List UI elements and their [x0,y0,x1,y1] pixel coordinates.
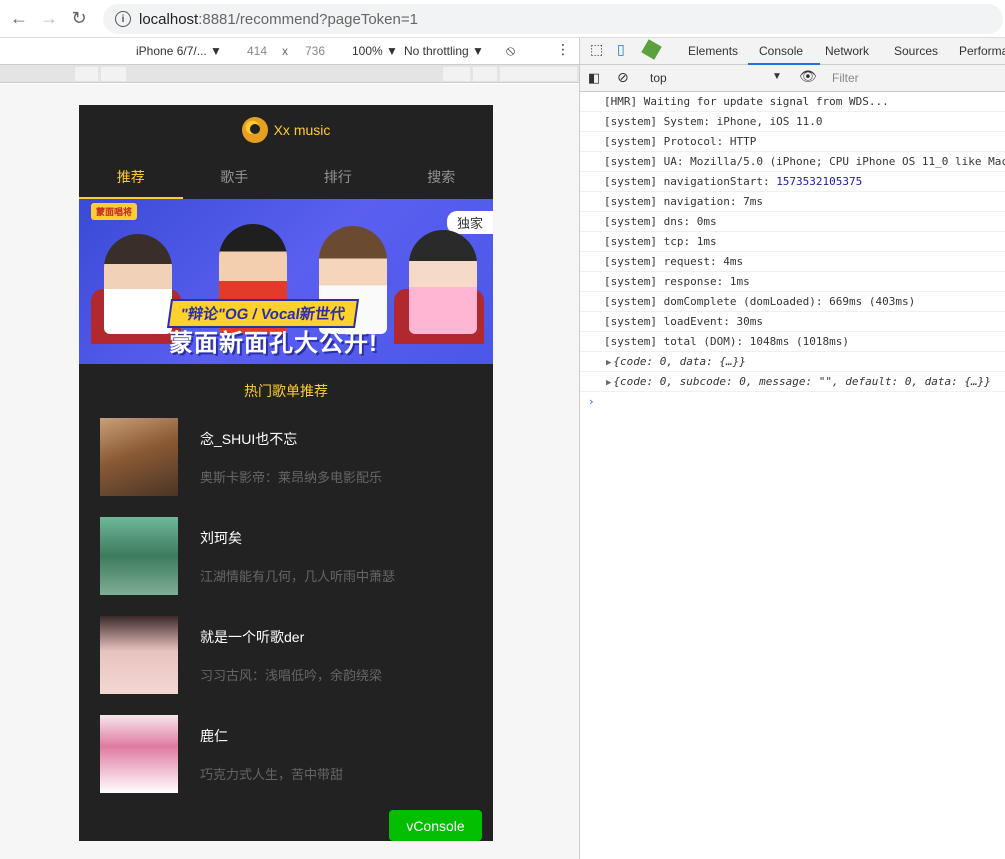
list-item[interactable]: 鹿仁 巧克力式人生，苦中带甜 [79,715,493,814]
navigation-start-value: 1573532105375 [776,175,863,188]
address-bar[interactable]: i localhost:8881/recommend?pageToken=1 [103,4,1003,34]
info-icon[interactable]: i [115,11,131,27]
console-line: [system] request: 4ms [580,252,1005,272]
banner-slider[interactable]: 蒙面唱将 独家 "辩论"OG / Vocal新世代 蒙面新面孔大公开! [79,199,493,364]
playlist-name: 念_SHUI也不忘 [200,430,298,447]
context-dropdown-icon[interactable]: ▼ [772,71,782,82]
tab-console[interactable]: Console [759,44,803,58]
browser-toolbar: ← → ↻ i localhost:8881/recommend?pageTok… [0,0,1005,38]
tab-performance[interactable]: Performa [959,44,1005,58]
device-height[interactable]: 736 [305,44,325,58]
hot-playlist-title: 热门歌单推荐 [244,383,328,399]
console-object[interactable]: ▶ {code: 0, data: {…}} [580,352,1005,372]
console-line: [system] navigation: 7ms [580,192,1005,212]
playlist-cover [100,418,178,496]
playlist-cover [100,517,178,595]
console-line: [system] loadEvent: 30ms [580,312,1005,332]
vue-devtools-icon[interactable] [641,39,662,60]
device-toolbar: iPhone 6/7/... ▼ 414 x 736 100% ▼ No thr… [0,38,579,65]
playlist-cover [100,715,178,793]
rotate-icon[interactable]: ⦸ [506,42,515,59]
banner-title: 蒙面新面孔大公开! [169,330,378,357]
zoom-select[interactable]: 100% ▼ [352,44,398,58]
url-host: localhost [139,10,199,28]
devtools-tab-bar: ⬚ ▯ Elements Console Network Sources Per… [580,38,1005,65]
banner-person [104,234,172,334]
expand-triangle-icon[interactable]: ▶ [606,358,611,368]
device-select[interactable]: iPhone 6/7/... ▼ [136,44,222,58]
playlist-desc: 习习古风：浅唱低吟，余韵绕梁 [200,667,383,683]
more-menu-icon[interactable]: ⋮ [556,41,570,58]
console-line: [system] tcp: 1ms [580,232,1005,252]
zoom-value: 100% [352,44,383,58]
playlist-desc: 奥斯卡影帝：莱昂纳多电影配乐 [200,469,383,485]
vconsole-button[interactable]: vConsole [389,810,482,841]
clear-console-icon[interactable]: ⊘ [617,69,629,86]
console-output: [HMR] Waiting for update signal from WDS… [580,92,1005,859]
sidebar-toggle-icon[interactable]: ◧ [588,70,600,86]
show-logo: 蒙面唱将 [91,203,138,220]
list-item[interactable]: 刘珂矣 江湖情能有几何，几人听雨中萧瑟 [79,517,493,616]
tab-elements[interactable]: Elements [688,44,738,58]
playlist-cover [100,616,178,694]
forward-arrow-icon[interactable]: → [38,8,60,30]
playlist-desc: 巧克力式人生，苦中带甜 [200,766,344,782]
throttle-value: No throttling [404,44,469,58]
media-query-ruler[interactable] [0,65,579,83]
filter-input[interactable]: Filter [832,71,859,85]
throttle-select[interactable]: No throttling ▼ [404,44,484,58]
console-line: [system] Protocol: HTTP [580,132,1005,152]
exclusive-badge: 独家 [446,211,493,234]
object-preview: {code: 0, data: {…}} [613,355,746,368]
tab-network[interactable]: Network [825,44,869,58]
inspect-element-icon[interactable]: ⬚ [590,41,603,58]
reload-icon[interactable]: ↻ [68,8,90,30]
url-path: :8881/recommend?pageToken=1 [198,10,418,28]
list-item[interactable]: 就是一个听歌der 习习古风：浅唱低吟，余韵绕梁 [79,616,493,715]
dimension-separator: x [282,44,288,58]
console-line: [system] domComplete (domLoaded): 669ms … [580,292,1005,312]
console-line: [HMR] Waiting for update signal from WDS… [580,92,1005,112]
tab-sources[interactable]: Sources [894,44,938,58]
console-line: [system] dns: 0ms [580,212,1005,232]
playlist-name: 鹿仁 [200,727,228,744]
tab-recommend[interactable]: 推荐 [79,155,183,199]
console-object[interactable]: ▶ {code: 0, subcode: 0, message: "", defa… [580,372,1005,392]
eye-icon[interactable]: 👁 [799,68,817,85]
tab-search[interactable]: 搜索 [390,155,494,199]
app-logo-icon [241,117,268,143]
playlist-name: 刘珂矣 [200,529,242,546]
expand-triangle-icon[interactable]: ▶ [606,378,611,388]
banner-person [409,230,477,334]
mobile-app: Xx music 推荐 歌手 排行 搜索 蒙面唱将 独家 "辩论"OG / Vo… [79,105,493,841]
playlist-name: 就是一个听歌der [200,628,305,645]
console-toolbar: ◧ ⊘ top ▼ 👁 Filter [580,65,1005,92]
console-line: [system] UA: Mozilla/5.0 (iPhone; CPU iP… [580,152,1005,172]
console-line-text: [system] navigationStart: [604,175,777,188]
console-line: [system] System: iPhone, iOS 11.0 [580,112,1005,132]
device-name: iPhone 6/7/... [136,44,207,58]
tab-singer[interactable]: 歌手 [183,155,287,199]
console-prompt[interactable]: › [580,392,1005,412]
console-line: [system] total (DOM): 1048ms (1018ms) [580,332,1005,352]
context-select[interactable]: top [650,71,667,85]
console-line: [system] response: 1ms [580,272,1005,292]
list-item[interactable]: 念_SHUI也不忘 奥斯卡影帝：莱昂纳多电影配乐 [79,418,493,517]
device-toggle-icon[interactable]: ▯ [617,41,625,58]
app-header: Xx music [79,105,493,155]
back-arrow-icon[interactable]: ← [8,8,30,30]
app-brand-name: Xx music [273,122,331,138]
playlist-desc: 江湖情能有几何，几人听雨中萧瑟 [200,568,396,584]
app-tab-bar: 推荐 歌手 排行 搜索 [79,155,493,199]
console-line: [system] navigationStart: 1573532105375 [580,172,1005,192]
device-width[interactable]: 414 [247,44,267,58]
object-preview: {code: 0, subcode: 0, message: "", defau… [613,375,991,388]
tab-rank[interactable]: 排行 [286,155,390,199]
